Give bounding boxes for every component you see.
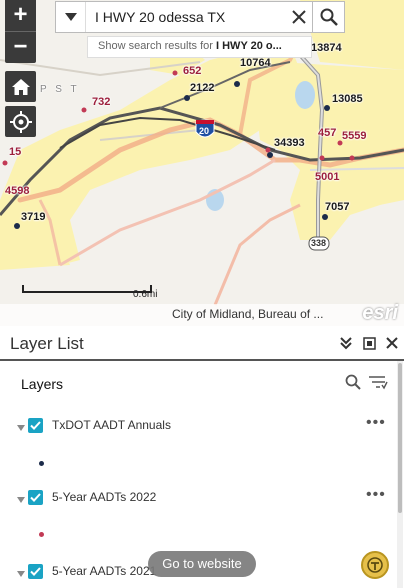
aadt-label: 15 — [9, 146, 22, 158]
interstate-shield-label: 20 — [199, 126, 210, 136]
layer-options-button[interactable] — [368, 374, 388, 395]
search-input[interactable]: I HWY 20 odessa TX — [86, 9, 286, 25]
search-button[interactable] — [312, 2, 344, 32]
go-to-website-button[interactable]: Go to website — [148, 551, 256, 577]
layer-more-button[interactable]: ••• — [366, 487, 386, 503]
layers-header: Layers — [21, 376, 64, 392]
aadt-label: 34393 — [274, 137, 305, 149]
check-icon — [30, 421, 41, 430]
zoom-control: + − — [5, 0, 36, 63]
search-icon — [320, 8, 338, 26]
clear-search-button[interactable] — [286, 2, 312, 32]
app-root: 20 338 13874 10764 652 2122 732 13085 45… — [0, 0, 404, 588]
layer-list-panel: Layer List Layers TxDOT AADT Annuals •••… — [0, 326, 404, 588]
aadt-label: 10764 — [240, 57, 271, 69]
attribution-text: City of Midland, Bureau of ... — [172, 307, 324, 321]
layer-more-button[interactable]: ••• — [366, 415, 386, 431]
home-button[interactable] — [5, 71, 36, 102]
aadt-label: 2122 — [190, 82, 215, 94]
caret-down-icon[interactable] — [17, 425, 25, 431]
aadt-label: 732 — [92, 96, 111, 108]
home-icon — [11, 78, 30, 95]
attribution-bar[interactable]: City of Midland, Bureau of ... esri — [0, 302, 404, 326]
collapse-button[interactable] — [338, 335, 354, 351]
suggestion-term: I HWY 20 o... — [216, 40, 282, 52]
close-panel-button[interactable] — [384, 335, 400, 351]
layer-visibility-checkbox[interactable] — [28, 564, 43, 579]
layer-visibility-checkbox[interactable] — [28, 418, 43, 433]
close-icon — [292, 10, 306, 24]
scale-label: 0.6mi — [133, 289, 158, 300]
caret-down-icon — [64, 13, 77, 21]
layer-item[interactable]: 5-Year AADTs 2022 ••• — [0, 487, 396, 514]
close-icon — [386, 337, 398, 349]
tool-icon — [367, 557, 383, 573]
layer-item[interactable]: TxDOT AADT Annuals ••• — [0, 415, 396, 442]
caret-down-icon[interactable] — [17, 571, 25, 577]
search-icon — [345, 374, 361, 390]
suggestion-prefix: Show search results for — [98, 40, 216, 52]
map-view[interactable]: 20 338 13874 10764 652 2122 732 13085 45… — [0, 0, 404, 326]
search-source-dropdown[interactable] — [56, 2, 86, 32]
aadt-label: 5001 — [315, 171, 340, 183]
maximize-icon — [362, 336, 376, 350]
aadt-label: 13085 — [332, 93, 363, 105]
search-layers-button[interactable] — [345, 374, 361, 395]
check-icon — [30, 493, 41, 502]
layer-name: 5-Year AADTs 2021 — [52, 564, 157, 578]
assistant-button[interactable] — [361, 551, 389, 579]
aadt-label: 457 — [318, 127, 337, 139]
maximize-button[interactable] — [361, 335, 377, 351]
scrollbar-thumb[interactable] — [398, 363, 402, 513]
layer-name: 5-Year AADTs 2022 — [52, 490, 157, 504]
route-shield-label: 338 — [311, 238, 327, 248]
aadt-label: 5559 — [342, 130, 367, 142]
layer-visibility-checkbox[interactable] — [28, 490, 43, 505]
aadt-label: 13874 — [311, 42, 342, 54]
aadt-label: 652 — [183, 65, 202, 77]
check-icon — [30, 567, 41, 576]
double-chevron-down-icon — [340, 337, 352, 350]
aadt-label: 7057 — [325, 201, 350, 213]
panel-title: Layer List — [10, 334, 84, 353]
locate-icon — [9, 110, 32, 133]
panel-header: Layer List — [0, 326, 404, 361]
aadt-label: 4598 — [5, 185, 30, 197]
caret-down-icon[interactable] — [17, 497, 25, 503]
list-options-icon — [369, 376, 388, 390]
locate-button[interactable] — [5, 106, 36, 137]
zoom-in-button[interactable]: + — [5, 0, 36, 31]
legend-symbol — [39, 461, 44, 466]
layer-name: TxDOT AADT Annuals — [52, 418, 171, 432]
zoom-out-button[interactable]: − — [5, 32, 36, 63]
search-widget: I HWY 20 odessa TX — [55, 1, 345, 33]
aadt-label: 3719 — [21, 211, 46, 223]
legend-symbol — [39, 532, 44, 537]
esri-logo: esri — [362, 302, 398, 324]
search-suggestion[interactable]: Show search results for I HWY 20 o... — [87, 36, 312, 58]
street-label: P S T — [40, 84, 80, 95]
